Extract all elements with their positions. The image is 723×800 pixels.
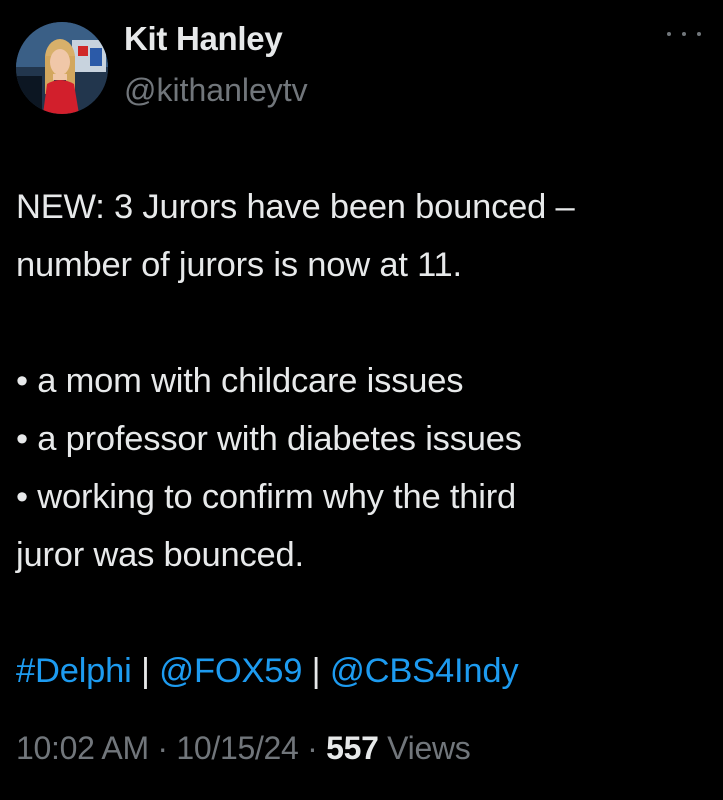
display-name[interactable]: Kit Hanley [124,20,283,58]
bullet-item: • a professor with diabetes issues [16,420,522,458]
mention-link[interactable]: @CBS4Indy [330,652,519,690]
tweet-text: NEW: 3 Jurors have been bounced – number… [16,178,696,700]
tweet-tags: #Delphi | @FOX59 | @CBS4Indy [16,642,696,700]
tweet-date[interactable]: 10/15/24 [176,730,298,766]
tweet-intro-line-2: number of jurors is now at 11. [16,246,462,284]
bullet-item-continuation: juror was bounced. [16,536,304,574]
handle[interactable]: @kithanleytv [124,72,308,109]
views-label: Views [378,730,471,766]
avatar[interactable] [16,22,108,114]
mention-link[interactable]: @FOX59 [159,652,302,690]
tweet-time[interactable]: 10:02 AM [16,730,149,766]
tag-separator: | [131,652,160,690]
tag-separator: | [302,652,330,690]
bullet-item: • a mom with childcare issues [16,362,464,400]
more-options-icon[interactable] [667,24,701,44]
hashtag-link[interactable]: #Delphi [16,652,132,690]
tweet-intro-line-1: NEW: 3 Jurors have been bounced – [16,188,575,226]
views-count[interactable]: 557 [326,730,379,766]
tweet-metadata: 10:02 AM · 10/15/24 · 557 Views [16,730,471,767]
meta-separator: · [298,730,327,766]
bullet-item: • working to confirm why the third [16,478,516,516]
meta-separator: · [148,730,177,766]
